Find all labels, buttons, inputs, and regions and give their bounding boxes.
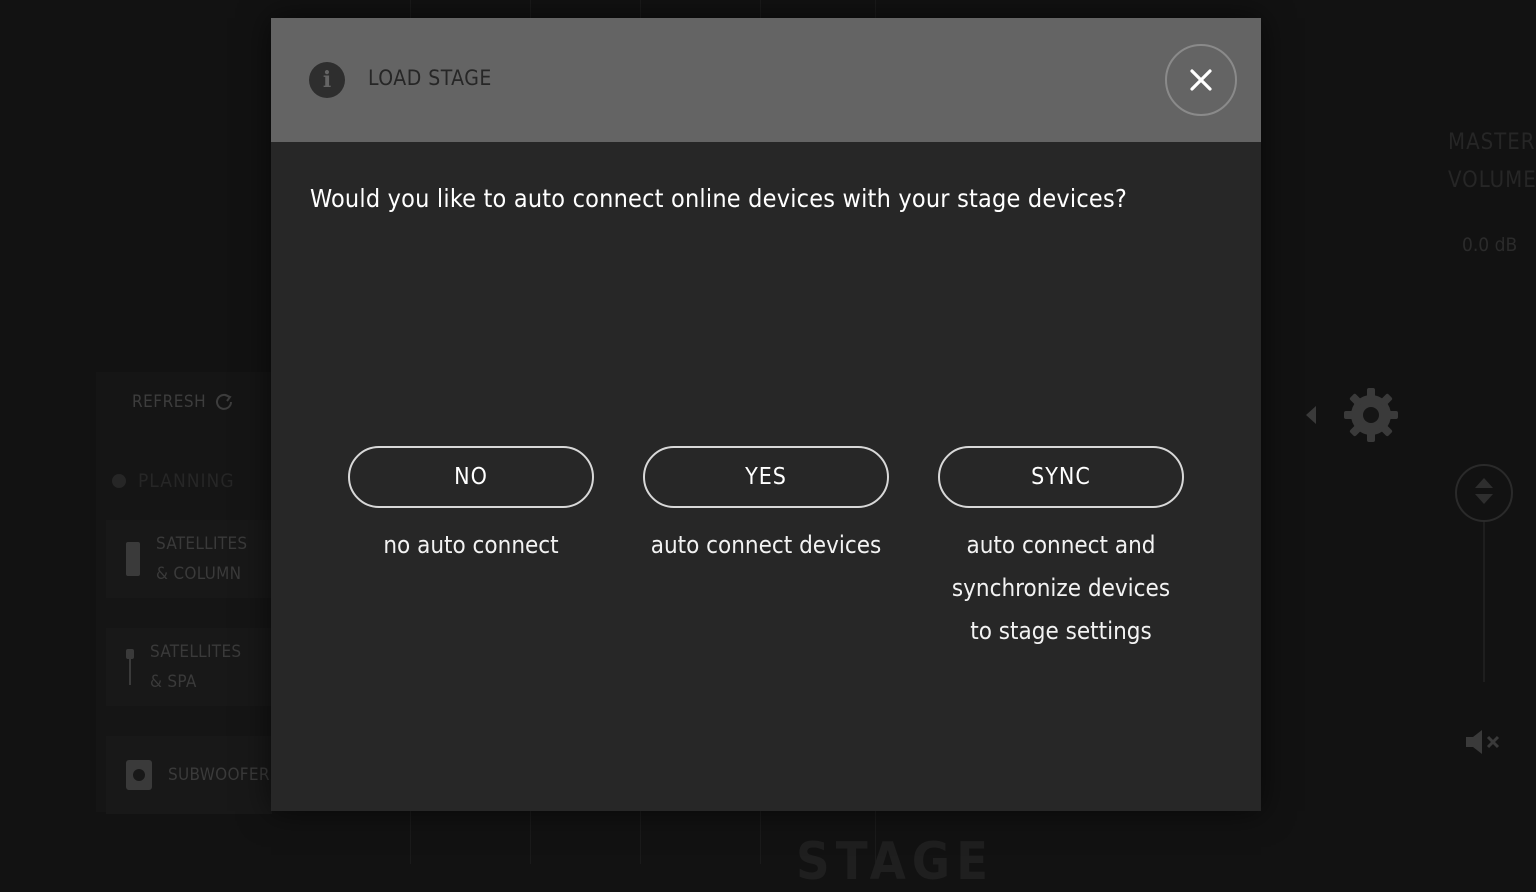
stage-label: STAGE	[796, 832, 995, 892]
option-no: NO no auto connect	[348, 446, 594, 567]
close-icon	[1190, 69, 1212, 91]
volume-slider-track[interactable]	[1483, 522, 1485, 682]
planning-toggle[interactable]: PLANNING	[112, 470, 235, 492]
satellite-speaker-icon	[126, 649, 134, 685]
planning-label: PLANNING	[138, 470, 235, 492]
load-stage-dialog: i LOAD STAGE Would you like to auto conn…	[271, 18, 1261, 811]
mute-icon[interactable]	[1462, 726, 1506, 758]
yes-button[interactable]: YES	[643, 446, 889, 508]
sync-button[interactable]: SYNC	[938, 446, 1184, 508]
device-label: SUBWOOFER	[168, 765, 270, 785]
device-card[interactable]: SUBWOOFER	[106, 736, 272, 814]
column-speaker-icon	[126, 542, 140, 576]
dialog-question: Would you like to auto connect online de…	[310, 184, 1128, 213]
device-card[interactable]: SATELLITES & COLUMN	[106, 520, 272, 598]
option-description: auto connect and synchronize devices to …	[951, 531, 1171, 645]
master-volume-value: 0.0 dB	[1462, 234, 1518, 256]
option-sync: SYNC auto connect and synchronize device…	[938, 446, 1184, 653]
dialog-header: i LOAD STAGE	[271, 18, 1261, 142]
no-button[interactable]: NO	[348, 446, 594, 508]
refresh-label: REFRESH	[132, 392, 207, 412]
device-label: SATELLITES & COLUMN	[156, 534, 248, 584]
volume-slider-knob[interactable]	[1455, 464, 1513, 522]
subwoofer-icon	[126, 760, 152, 790]
option-description: no auto connect	[383, 531, 559, 559]
device-label: SATELLITES & SPA	[150, 642, 242, 692]
planning-dot-icon	[112, 474, 126, 488]
collapse-arrow-icon[interactable]	[1306, 406, 1316, 424]
gear-icon[interactable]	[1342, 386, 1400, 444]
close-button[interactable]	[1165, 44, 1237, 116]
option-yes: YES auto connect devices	[643, 446, 889, 567]
option-description: auto connect devices	[650, 531, 882, 559]
device-card[interactable]: SATELLITES & SPA	[106, 628, 272, 706]
info-icon: i	[309, 62, 345, 98]
refresh-icon	[216, 393, 233, 410]
master-volume-label: MASTER VOLUME	[1448, 130, 1536, 193]
dialog-title: LOAD STAGE	[368, 66, 492, 90]
refresh-button[interactable]: REFRESH	[132, 392, 234, 412]
